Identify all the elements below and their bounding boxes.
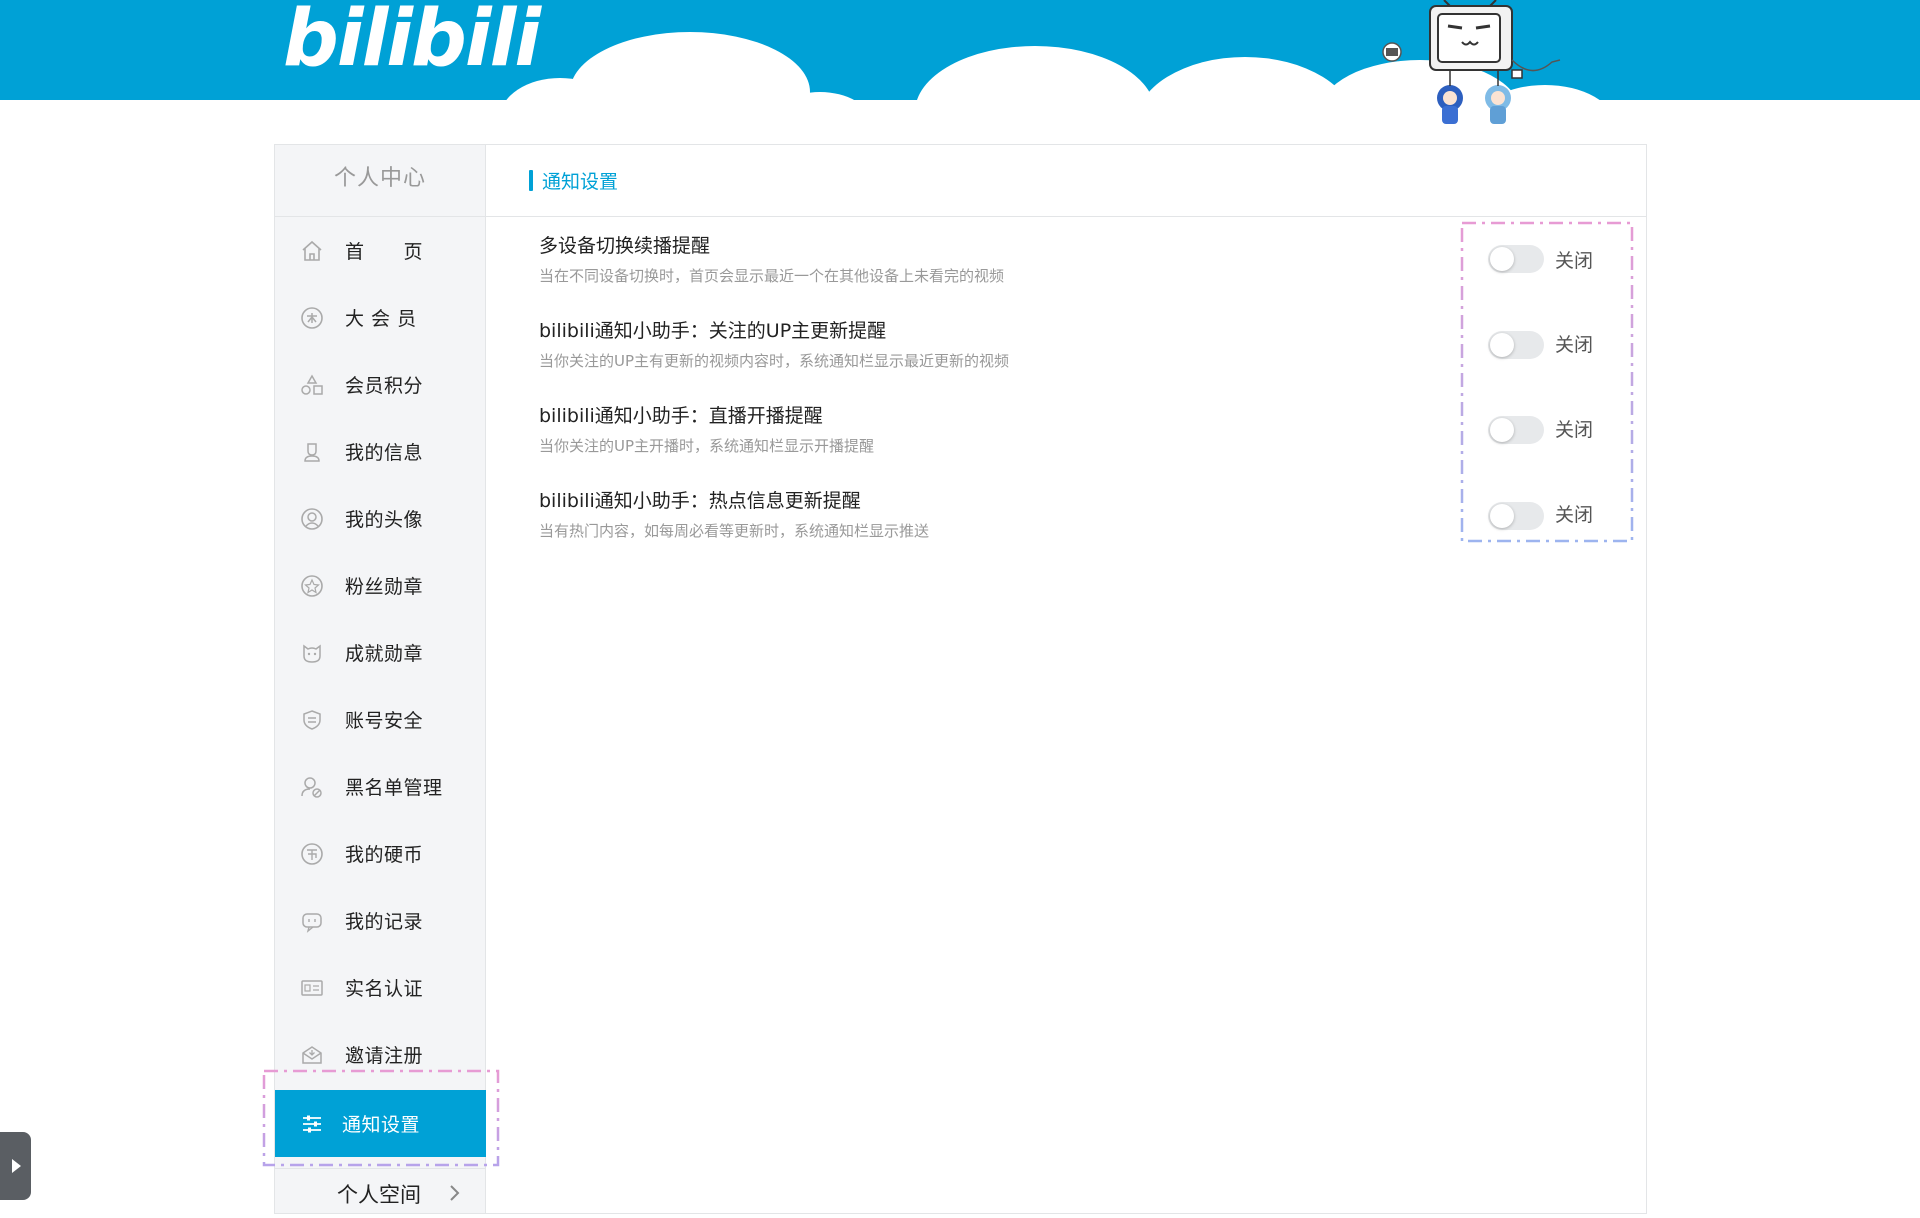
toggle-state-label: 关闭 <box>1555 250 1594 272</box>
sidebar-item-label: 我的硬币 <box>345 844 424 866</box>
setting-title: bilibili通知小助手：关注的UP主更新提醒 <box>539 320 887 342</box>
shield-icon <box>303 709 321 730</box>
header-banner: bilibili <box>0 0 1920 140</box>
sidebar-item-label: 通知设置 <box>342 1114 421 1136</box>
sidebar-item-info[interactable]: 我的信息 <box>275 418 486 485</box>
side-expand-tab[interactable] <box>0 1132 31 1200</box>
home-icon <box>302 240 322 261</box>
page-title: 通知设置 <box>542 171 619 193</box>
id-card-icon <box>301 979 323 996</box>
setting-row-live: bilibili通知小助手：直播开播提醒 当你关注的UP主开播时，系统通知栏显示… <box>539 401 1629 471</box>
invite-icon <box>302 1045 322 1064</box>
avatar-icon <box>301 507 323 530</box>
toggle-switch-hot-info[interactable] <box>1488 502 1544 530</box>
sidebar-item-label: 邀请注册 <box>345 1045 424 1067</box>
sidebar-title: 个人中心 <box>275 145 485 217</box>
sidebar-item-label: 实名认证 <box>345 978 424 1000</box>
setting-description: 当你关注的UP主开播时，系统通知栏显示开播提醒 <box>539 437 875 455</box>
sidebar-item-label: 账号安全 <box>345 710 424 732</box>
toggle-state-label: 关闭 <box>1555 504 1594 526</box>
sidebar-item-label: 成就勋章 <box>345 643 424 665</box>
sidebar-item-home[interactable]: 首 页 <box>275 217 486 284</box>
setting-title: bilibili通知小助手：直播开播提醒 <box>539 405 823 427</box>
sidebar: 个人中心 首 页 大 会 员 会员积分 我的信息 我的头像 粉丝勋章 成就勋章 <box>275 145 486 1213</box>
toggle-switch-live[interactable] <box>1488 416 1544 444</box>
sidebar-item-label: 黑名单管理 <box>345 777 443 799</box>
coin-icon <box>301 842 323 865</box>
achievement-icon <box>303 644 321 663</box>
toggle-switch-up-update[interactable] <box>1488 331 1544 359</box>
title-accent-bar <box>529 170 533 191</box>
sidebar-item-label: 首 页 <box>345 241 424 263</box>
sidebar-item-records[interactable]: 我的记录 <box>275 887 486 954</box>
fan-medal-icon <box>301 574 323 597</box>
toggle-knob <box>1490 247 1514 271</box>
sidebar-item-label: 粉丝勋章 <box>345 576 424 598</box>
setting-row-up-update: bilibili通知小助手：关注的UP主更新提醒 当你关注的UP主有更新的视频内… <box>539 316 1629 386</box>
play-arrow-icon <box>12 1159 21 1173</box>
sidebar-item-label: 大 会 员 <box>345 308 417 330</box>
personal-space-link[interactable]: 个人空间 <box>275 1168 486 1218</box>
sidebar-item-security[interactable]: 账号安全 <box>275 686 486 753</box>
toggle-knob <box>1490 418 1514 442</box>
toggle-state-label: 关闭 <box>1555 334 1594 356</box>
setting-title: bilibili通知小助手：热点信息更新提醒 <box>539 490 861 512</box>
bilibili-logo[interactable]: bilibili <box>283 0 541 84</box>
points-icon <box>301 373 323 395</box>
toggle-state-label: 关闭 <box>1555 419 1594 441</box>
sidebar-item-label: 我的信息 <box>345 442 424 464</box>
toggle-knob <box>1490 504 1514 528</box>
sidebar-item-label: 我的记录 <box>345 911 424 933</box>
user-icon <box>304 442 320 462</box>
setting-description: 当你关注的UP主有更新的视频内容时，系统通知栏显示最近更新的视频 <box>539 352 1010 370</box>
sidebar-item-notification-settings[interactable]: 通知设置 <box>275 1090 486 1157</box>
sidebar-item-vip[interactable]: 大 会 员 <box>275 284 486 351</box>
setting-description: 当在不同设备切换时，首页会显示最近一个在其他设备上未看完的视频 <box>539 267 1005 285</box>
setting-description: 当有热门内容，如每周必看等更新时，系统通知栏显示推送 <box>539 522 930 540</box>
toggle-switch-multi-device[interactable] <box>1488 245 1544 273</box>
sidebar-item-coins[interactable]: 我的硬币 <box>275 820 486 887</box>
sidebar-item-real-name[interactable]: 实名认证 <box>275 954 486 1021</box>
sidebar-item-fan-medal[interactable]: 粉丝勋章 <box>275 552 486 619</box>
vip-icon <box>301 306 323 329</box>
record-icon <box>302 912 322 933</box>
setting-row-hot-info: bilibili通知小助手：热点信息更新提醒 当有热门内容，如每周必看等更新时，… <box>539 486 1629 556</box>
sidebar-item-points[interactable]: 会员积分 <box>275 351 486 418</box>
sidebar-item-label: 我的头像 <box>345 509 424 531</box>
sidebar-item-invite[interactable]: 邀请注册 <box>275 1021 486 1088</box>
sidebar-item-avatar[interactable]: 我的头像 <box>275 485 486 552</box>
tv-mascot-icon <box>1382 0 1561 124</box>
personal-space-label: 个人空间 <box>337 1182 421 1207</box>
setting-title: 多设备切换续播提醒 <box>539 235 711 257</box>
blacklist-icon <box>301 776 322 798</box>
toggle-knob <box>1490 333 1514 357</box>
settings-panel: 个人中心 首 页 大 会 员 会员积分 我的信息 我的头像 粉丝勋章 成就勋章 <box>274 144 1647 1214</box>
sidebar-item-achievement[interactable]: 成就勋章 <box>275 619 486 686</box>
sidebar-item-label: 会员积分 <box>345 375 424 397</box>
sidebar-item-blacklist[interactable]: 黑名单管理 <box>275 753 486 820</box>
chevron-right-icon <box>450 1185 460 1201</box>
setting-row-multi-device: 多设备切换续播提醒 当在不同设备切换时，首页会显示最近一个在其他设备上未看完的视… <box>539 231 1629 301</box>
settings-sliders-icon <box>303 1115 321 1132</box>
content-header: 通知设置 <box>486 145 1646 217</box>
